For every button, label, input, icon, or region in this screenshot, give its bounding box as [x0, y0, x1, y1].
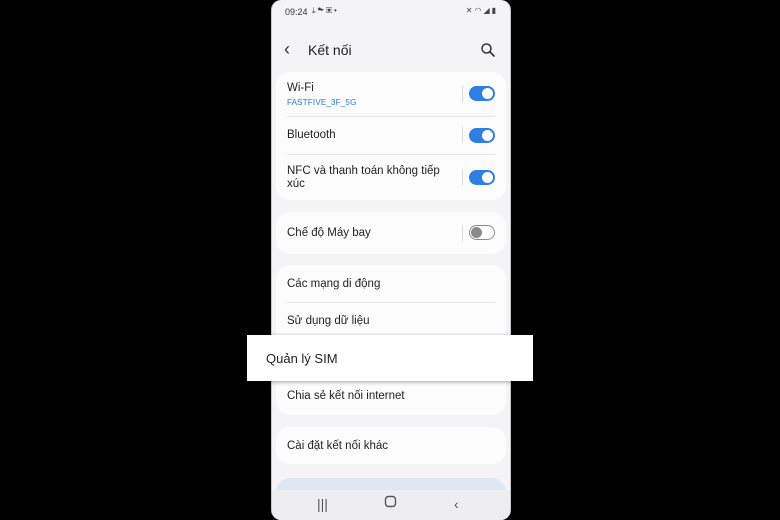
separator	[462, 169, 463, 185]
wifi-toggle[interactable]	[469, 86, 495, 101]
bluetooth-label: Bluetooth	[287, 129, 336, 141]
recent-apps-icon[interactable]: |||	[317, 496, 328, 512]
toggle-knob	[482, 88, 493, 99]
connections-card: Wi-Fi FASTFIVE_3F_5G Bluetooth NFC và th…	[276, 72, 506, 200]
image-icon: ▣	[325, 6, 335, 15]
nfc-toggle[interactable]	[469, 170, 495, 185]
hotspot-label: Chia sẻ kết nối internet	[287, 390, 405, 402]
separator	[462, 225, 463, 241]
sim-manager-highlight[interactable]: Quản lý SIM	[247, 335, 533, 381]
nfc-label-line1: NFC và thanh toán không tiếp	[287, 165, 440, 177]
navigation-bar: ||| ‹	[272, 490, 510, 520]
cloud-icon: ☁	[317, 6, 326, 15]
status-bar: 09:24 ⤓☁▣• ✕◠◢▮	[272, 0, 510, 22]
status-time: 09:24	[285, 7, 308, 17]
back-button[interactable]: ‹	[284, 38, 290, 60]
bluetooth-toggle[interactable]	[469, 128, 495, 143]
system-icons: ✕◠◢▮	[466, 6, 498, 15]
toggle-knob	[471, 227, 482, 238]
data-usage-row[interactable]: Sử dụng dữ liệu	[276, 303, 506, 337]
dot-icon: •	[334, 6, 339, 15]
airplane-mode-row[interactable]: Chế độ Máy bay	[276, 212, 506, 254]
home-icon-shape	[384, 495, 397, 508]
signal-icon: ◢	[483, 6, 492, 15]
header: ‹ Kết nối	[272, 38, 510, 62]
home-icon[interactable]	[384, 495, 397, 511]
separator	[462, 127, 463, 143]
nfc-label-line2: xúc	[287, 178, 305, 190]
more-card: Cài đặt kết nối khác	[276, 427, 506, 464]
toggle-knob	[482, 130, 493, 141]
airplane-mode-toggle[interactable]	[469, 225, 495, 240]
separator	[462, 86, 463, 102]
airplane-mode-label: Chế độ Máy bay	[287, 227, 371, 239]
back-nav-icon[interactable]: ‹	[454, 496, 459, 512]
battery-icon: ▮	[491, 6, 498, 15]
wifi-label: Wi-Fi	[287, 82, 314, 94]
toggle-knob	[482, 172, 493, 183]
more-settings-row[interactable]: Cài đặt kết nối khác	[276, 427, 506, 464]
data-usage-label: Sử dụng dữ liệu	[287, 315, 370, 327]
mobile-networks-row[interactable]: Các mạng di động	[276, 265, 506, 302]
sim-manager-label: Quản lý SIM	[266, 351, 338, 366]
wifi-network-name: FASTFIVE_3F_5G	[287, 98, 357, 107]
hotspot-row[interactable]: Chia sẻ kết nối internet	[276, 380, 506, 414]
airplane-card: Chế độ Máy bay	[276, 212, 506, 254]
mobile-networks-label: Các mạng di động	[287, 278, 381, 290]
search-icon[interactable]	[480, 42, 496, 58]
phone-screen: 09:24 ⤓☁▣• ✕◠◢▮ ‹ Kết nối Wi-Fi FASTFIVE…	[271, 0, 511, 520]
more-settings-label: Cài đặt kết nối khác	[287, 440, 389, 452]
notification-icons: ⤓☁▣•	[312, 6, 339, 16]
wifi-row[interactable]: Wi-Fi FASTFIVE_3F_5G	[276, 72, 506, 116]
bluetooth-row[interactable]: Bluetooth	[276, 117, 506, 154]
page-title: Kết nối	[308, 42, 352, 58]
nfc-row[interactable]: NFC và thanh toán không tiếp xúc	[276, 155, 506, 200]
